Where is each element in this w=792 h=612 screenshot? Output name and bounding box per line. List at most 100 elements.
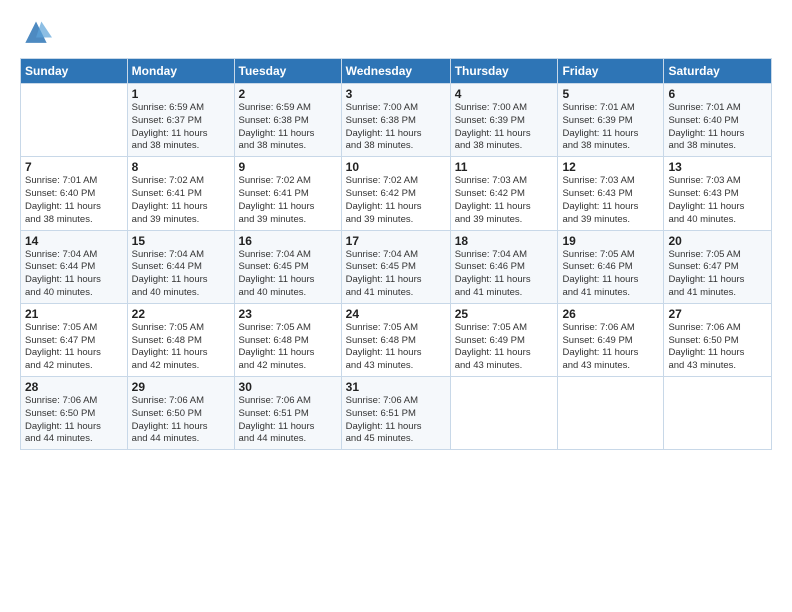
logo <box>20 18 56 50</box>
day-number: 17 <box>346 234 446 248</box>
day-info: Sunrise: 6:59 AM Sunset: 6:38 PM Dayligh… <box>239 102 337 153</box>
day-number: 22 <box>132 307 230 321</box>
day-info: Sunrise: 7:04 AM Sunset: 6:46 PM Dayligh… <box>455 249 554 300</box>
day-info: Sunrise: 7:02 AM Sunset: 6:42 PM Dayligh… <box>346 175 446 226</box>
day-number: 18 <box>455 234 554 248</box>
day-number: 20 <box>668 234 767 248</box>
day-number: 16 <box>239 234 337 248</box>
calendar-cell: 18Sunrise: 7:04 AM Sunset: 6:46 PM Dayli… <box>450 230 558 303</box>
day-info: Sunrise: 7:01 AM Sunset: 6:40 PM Dayligh… <box>668 102 767 153</box>
day-number: 15 <box>132 234 230 248</box>
day-info: Sunrise: 7:06 AM Sunset: 6:51 PM Dayligh… <box>346 395 446 446</box>
day-number: 2 <box>239 87 337 101</box>
day-info: Sunrise: 7:01 AM Sunset: 6:40 PM Dayligh… <box>25 175 123 226</box>
calendar-cell: 9Sunrise: 7:02 AM Sunset: 6:41 PM Daylig… <box>234 157 341 230</box>
calendar-container: SundayMondayTuesdayWednesdayThursdayFrid… <box>0 0 792 460</box>
calendar-cell: 31Sunrise: 7:06 AM Sunset: 6:51 PM Dayli… <box>341 377 450 450</box>
calendar-cell: 6Sunrise: 7:01 AM Sunset: 6:40 PM Daylig… <box>664 84 772 157</box>
day-number: 1 <box>132 87 230 101</box>
day-info: Sunrise: 7:06 AM Sunset: 6:50 PM Dayligh… <box>25 395 123 446</box>
day-number: 10 <box>346 160 446 174</box>
header-day-sunday: Sunday <box>21 59 128 84</box>
day-info: Sunrise: 7:00 AM Sunset: 6:39 PM Dayligh… <box>455 102 554 153</box>
day-info: Sunrise: 7:05 AM Sunset: 6:46 PM Dayligh… <box>562 249 659 300</box>
header-day-monday: Monday <box>127 59 234 84</box>
calendar-cell: 16Sunrise: 7:04 AM Sunset: 6:45 PM Dayli… <box>234 230 341 303</box>
calendar-cell: 20Sunrise: 7:05 AM Sunset: 6:47 PM Dayli… <box>664 230 772 303</box>
calendar-cell: 12Sunrise: 7:03 AM Sunset: 6:43 PM Dayli… <box>558 157 664 230</box>
calendar-cell: 3Sunrise: 7:00 AM Sunset: 6:38 PM Daylig… <box>341 84 450 157</box>
header-day-thursday: Thursday <box>450 59 558 84</box>
calendar-cell <box>450 377 558 450</box>
calendar-header: SundayMondayTuesdayWednesdayThursdayFrid… <box>21 59 772 84</box>
logo-icon <box>20 18 52 50</box>
day-number: 9 <box>239 160 337 174</box>
header-day-tuesday: Tuesday <box>234 59 341 84</box>
day-number: 7 <box>25 160 123 174</box>
calendar-cell: 22Sunrise: 7:05 AM Sunset: 6:48 PM Dayli… <box>127 303 234 376</box>
day-number: 27 <box>668 307 767 321</box>
calendar-cell: 11Sunrise: 7:03 AM Sunset: 6:42 PM Dayli… <box>450 157 558 230</box>
day-info: Sunrise: 7:04 AM Sunset: 6:45 PM Dayligh… <box>239 249 337 300</box>
week-row-0: 1Sunrise: 6:59 AM Sunset: 6:37 PM Daylig… <box>21 84 772 157</box>
calendar-cell: 15Sunrise: 7:04 AM Sunset: 6:44 PM Dayli… <box>127 230 234 303</box>
day-number: 24 <box>346 307 446 321</box>
calendar-cell: 7Sunrise: 7:01 AM Sunset: 6:40 PM Daylig… <box>21 157 128 230</box>
calendar-cell <box>21 84 128 157</box>
calendar-cell: 19Sunrise: 7:05 AM Sunset: 6:46 PM Dayli… <box>558 230 664 303</box>
day-info: Sunrise: 7:06 AM Sunset: 6:49 PM Dayligh… <box>562 322 659 373</box>
day-number: 3 <box>346 87 446 101</box>
calendar-cell: 26Sunrise: 7:06 AM Sunset: 6:49 PM Dayli… <box>558 303 664 376</box>
day-info: Sunrise: 7:03 AM Sunset: 6:43 PM Dayligh… <box>668 175 767 226</box>
header-row <box>20 18 772 50</box>
calendar-cell: 14Sunrise: 7:04 AM Sunset: 6:44 PM Dayli… <box>21 230 128 303</box>
day-number: 13 <box>668 160 767 174</box>
day-number: 26 <box>562 307 659 321</box>
header-row-days: SundayMondayTuesdayWednesdayThursdayFrid… <box>21 59 772 84</box>
day-info: Sunrise: 7:01 AM Sunset: 6:39 PM Dayligh… <box>562 102 659 153</box>
day-number: 31 <box>346 380 446 394</box>
calendar-cell: 13Sunrise: 7:03 AM Sunset: 6:43 PM Dayli… <box>664 157 772 230</box>
day-info: Sunrise: 7:02 AM Sunset: 6:41 PM Dayligh… <box>132 175 230 226</box>
day-number: 19 <box>562 234 659 248</box>
calendar-cell: 25Sunrise: 7:05 AM Sunset: 6:49 PM Dayli… <box>450 303 558 376</box>
day-number: 14 <box>25 234 123 248</box>
calendar-cell: 8Sunrise: 7:02 AM Sunset: 6:41 PM Daylig… <box>127 157 234 230</box>
calendar-table: SundayMondayTuesdayWednesdayThursdayFrid… <box>20 58 772 450</box>
day-info: Sunrise: 7:05 AM Sunset: 6:47 PM Dayligh… <box>668 249 767 300</box>
day-number: 30 <box>239 380 337 394</box>
day-number: 29 <box>132 380 230 394</box>
day-number: 28 <box>25 380 123 394</box>
day-info: Sunrise: 7:05 AM Sunset: 6:47 PM Dayligh… <box>25 322 123 373</box>
day-number: 25 <box>455 307 554 321</box>
calendar-body: 1Sunrise: 6:59 AM Sunset: 6:37 PM Daylig… <box>21 84 772 450</box>
calendar-cell: 30Sunrise: 7:06 AM Sunset: 6:51 PM Dayli… <box>234 377 341 450</box>
calendar-cell: 28Sunrise: 7:06 AM Sunset: 6:50 PM Dayli… <box>21 377 128 450</box>
day-info: Sunrise: 7:06 AM Sunset: 6:51 PM Dayligh… <box>239 395 337 446</box>
day-number: 8 <box>132 160 230 174</box>
calendar-cell: 4Sunrise: 7:00 AM Sunset: 6:39 PM Daylig… <box>450 84 558 157</box>
day-info: Sunrise: 7:03 AM Sunset: 6:43 PM Dayligh… <box>562 175 659 226</box>
day-info: Sunrise: 7:06 AM Sunset: 6:50 PM Dayligh… <box>132 395 230 446</box>
day-number: 21 <box>25 307 123 321</box>
calendar-cell: 1Sunrise: 6:59 AM Sunset: 6:37 PM Daylig… <box>127 84 234 157</box>
calendar-cell: 17Sunrise: 7:04 AM Sunset: 6:45 PM Dayli… <box>341 230 450 303</box>
day-number: 12 <box>562 160 659 174</box>
calendar-cell: 24Sunrise: 7:05 AM Sunset: 6:48 PM Dayli… <box>341 303 450 376</box>
calendar-cell: 10Sunrise: 7:02 AM Sunset: 6:42 PM Dayli… <box>341 157 450 230</box>
header-day-wednesday: Wednesday <box>341 59 450 84</box>
day-info: Sunrise: 7:05 AM Sunset: 6:49 PM Dayligh… <box>455 322 554 373</box>
calendar-cell: 5Sunrise: 7:01 AM Sunset: 6:39 PM Daylig… <box>558 84 664 157</box>
calendar-cell: 2Sunrise: 6:59 AM Sunset: 6:38 PM Daylig… <box>234 84 341 157</box>
week-row-2: 14Sunrise: 7:04 AM Sunset: 6:44 PM Dayli… <box>21 230 772 303</box>
day-info: Sunrise: 7:05 AM Sunset: 6:48 PM Dayligh… <box>132 322 230 373</box>
header-day-saturday: Saturday <box>664 59 772 84</box>
day-info: Sunrise: 6:59 AM Sunset: 6:37 PM Dayligh… <box>132 102 230 153</box>
day-info: Sunrise: 7:04 AM Sunset: 6:44 PM Dayligh… <box>25 249 123 300</box>
calendar-cell: 29Sunrise: 7:06 AM Sunset: 6:50 PM Dayli… <box>127 377 234 450</box>
day-number: 11 <box>455 160 554 174</box>
day-info: Sunrise: 7:02 AM Sunset: 6:41 PM Dayligh… <box>239 175 337 226</box>
calendar-cell <box>558 377 664 450</box>
week-row-3: 21Sunrise: 7:05 AM Sunset: 6:47 PM Dayli… <box>21 303 772 376</box>
calendar-cell: 21Sunrise: 7:05 AM Sunset: 6:47 PM Dayli… <box>21 303 128 376</box>
